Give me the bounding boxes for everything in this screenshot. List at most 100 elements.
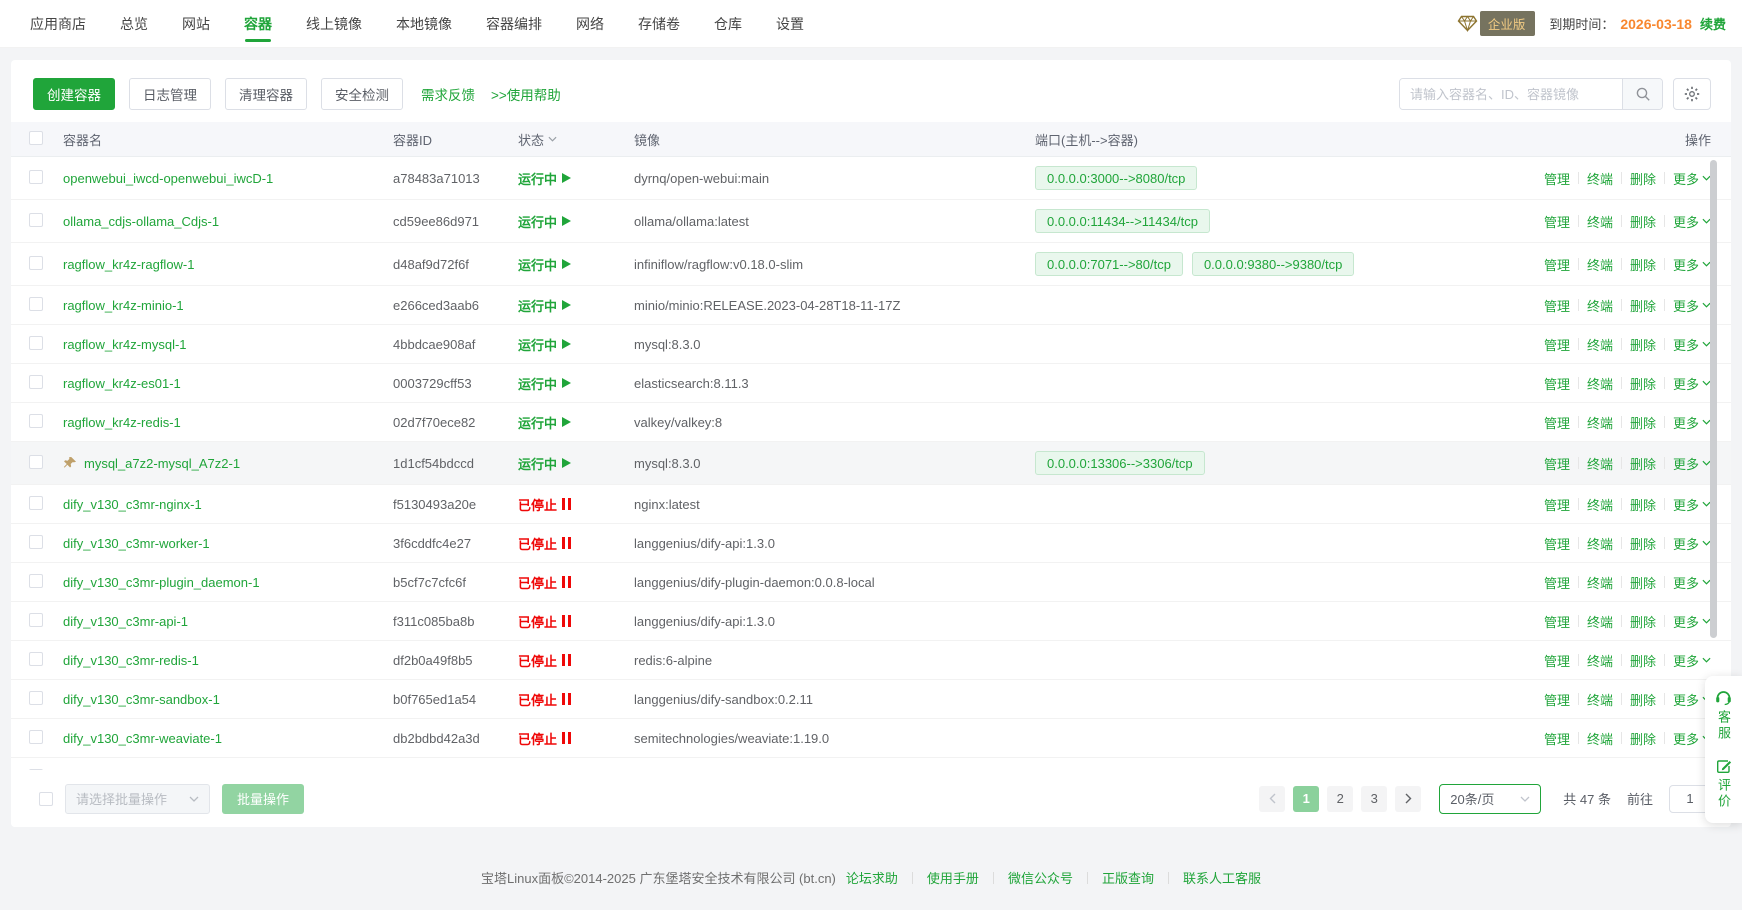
nav-item-线上镜像[interactable]: 线上镜像 <box>304 0 364 47</box>
delete-link[interactable]: 删除 <box>1630 413 1656 432</box>
container-name-link[interactable]: openwebui_iwcd-openwebui_iwcD-1 <box>63 171 273 186</box>
delete-link[interactable]: 删除 <box>1630 374 1656 393</box>
more-link[interactable]: 更多 <box>1673 534 1711 553</box>
delete-link[interactable]: 删除 <box>1630 690 1656 709</box>
delete-link[interactable]: 删除 <box>1630 534 1656 553</box>
page-number-button[interactable]: 3 <box>1361 786 1387 812</box>
footer-link[interactable]: 联系人工客服 <box>1183 868 1261 887</box>
terminal-link[interactable]: 终端 <box>1587 374 1613 393</box>
row-checkbox[interactable] <box>29 535 43 549</box>
delete-link[interactable]: 删除 <box>1630 573 1656 592</box>
terminal-link[interactable]: 终端 <box>1587 573 1613 592</box>
more-link[interactable]: 更多 <box>1673 612 1711 631</box>
nav-item-仓库[interactable]: 仓库 <box>712 0 744 47</box>
terminal-link[interactable]: 终端 <box>1587 454 1613 473</box>
search-input[interactable] <box>1400 79 1622 109</box>
nav-item-应用商店[interactable]: 应用商店 <box>28 0 88 47</box>
help-link[interactable]: >>使用帮助 <box>491 84 561 104</box>
delete-link[interactable]: 删除 <box>1630 729 1656 748</box>
more-link[interactable]: 更多 <box>1673 454 1711 473</box>
clean-container-button[interactable]: 清理容器 <box>225 78 307 110</box>
container-name-link[interactable]: ragflow_kr4z-mysql-1 <box>63 337 187 352</box>
terminal-link[interactable]: 终端 <box>1587 413 1613 432</box>
page-number-button[interactable]: 1 <box>1293 786 1319 812</box>
manage-link[interactable]: 管理 <box>1544 296 1570 315</box>
feedback-link[interactable]: 需求反馈 <box>421 84 475 104</box>
security-check-button[interactable]: 安全检测 <box>321 78 403 110</box>
terminal-link[interactable]: 终端 <box>1587 335 1613 354</box>
container-name-link[interactable]: dify_v130_c3mr-sandbox-1 <box>63 692 220 707</box>
manage-link[interactable]: 管理 <box>1544 495 1570 514</box>
more-link[interactable]: 更多 <box>1673 573 1711 592</box>
nav-item-存储卷[interactable]: 存储卷 <box>636 0 682 47</box>
container-name-link[interactable]: dify_v130_c3mr-plugin_daemon-1 <box>63 575 260 590</box>
renew-link[interactable]: 续费 <box>1700 14 1726 33</box>
terminal-link[interactable]: 终端 <box>1587 612 1613 631</box>
container-name-link[interactable]: ragflow_kr4z-redis-1 <box>63 415 181 430</box>
nav-item-网站[interactable]: 网站 <box>180 0 212 47</box>
nav-item-本地镜像[interactable]: 本地镜像 <box>394 0 454 47</box>
terminal-link[interactable]: 终端 <box>1587 495 1613 514</box>
nav-item-总览[interactable]: 总览 <box>118 0 150 47</box>
row-checkbox[interactable] <box>29 613 43 627</box>
more-link[interactable]: 更多 <box>1673 169 1711 188</box>
nav-item-设置[interactable]: 设置 <box>774 0 806 47</box>
terminal-link[interactable]: 终端 <box>1587 169 1613 188</box>
terminal-link[interactable]: 终端 <box>1587 651 1613 670</box>
container-name-link[interactable]: dify_v130_c3mr-worker-1 <box>63 536 210 551</box>
terminal-link[interactable]: 终端 <box>1587 534 1613 553</box>
container-name-link[interactable]: ragflow_kr4z-minio-1 <box>63 298 184 313</box>
more-link[interactable]: 更多 <box>1673 495 1711 514</box>
row-checkbox[interactable] <box>29 170 43 184</box>
more-link[interactable]: 更多 <box>1673 335 1711 354</box>
settings-button[interactable] <box>1673 78 1711 110</box>
delete-link[interactable]: 删除 <box>1630 169 1656 188</box>
manage-link[interactable]: 管理 <box>1544 374 1570 393</box>
delete-link[interactable]: 删除 <box>1630 296 1656 315</box>
row-checkbox[interactable] <box>29 336 43 350</box>
delete-link[interactable]: 删除 <box>1630 335 1656 354</box>
select-all-checkbox[interactable] <box>29 131 43 145</box>
row-checkbox[interactable] <box>29 375 43 389</box>
manage-link[interactable]: 管理 <box>1544 454 1570 473</box>
customer-service-button[interactable]: 客服 <box>1714 689 1733 742</box>
bottom-select-all-checkbox[interactable] <box>39 792 53 806</box>
next-page-button[interactable] <box>1395 786 1421 812</box>
manage-link[interactable]: 管理 <box>1544 612 1570 631</box>
batch-operation-select[interactable]: 请选择批量操作 <box>65 784 210 814</box>
manage-link[interactable]: 管理 <box>1544 690 1570 709</box>
delete-link[interactable]: 删除 <box>1630 255 1656 274</box>
terminal-link[interactable]: 终端 <box>1587 212 1613 231</box>
row-checkbox[interactable] <box>29 213 43 227</box>
more-link[interactable]: 更多 <box>1673 651 1711 670</box>
row-checkbox[interactable] <box>29 691 43 705</box>
batch-operation-button[interactable]: 批量操作 <box>222 784 304 814</box>
create-container-button[interactable]: 创建容器 <box>33 78 115 110</box>
manage-link[interactable]: 管理 <box>1544 413 1570 432</box>
page-size-select[interactable]: 20条/页 <box>1439 784 1541 814</box>
nav-item-网络[interactable]: 网络 <box>574 0 606 47</box>
page-number-button[interactable]: 2 <box>1327 786 1353 812</box>
nav-item-容器[interactable]: 容器 <box>242 0 274 47</box>
manage-link[interactable]: 管理 <box>1544 255 1570 274</box>
container-name-link[interactable]: ragflow_kr4z-ragflow-1 <box>63 257 195 272</box>
container-name-link[interactable]: mysql_a7z2-mysql_A7z2-1 <box>84 456 240 471</box>
container-name-link[interactable]: dify_v130_c3mr-redis-1 <box>63 653 199 668</box>
container-name-link[interactable]: ollama_cdjs-ollama_Cdjs-1 <box>63 214 219 229</box>
row-checkbox[interactable] <box>29 414 43 428</box>
log-manage-button[interactable]: 日志管理 <box>129 78 211 110</box>
delete-link[interactable]: 删除 <box>1630 212 1656 231</box>
row-checkbox[interactable] <box>29 496 43 510</box>
container-name-link[interactable]: dify_v130_c3mr-api-1 <box>63 614 188 629</box>
terminal-link[interactable]: 终端 <box>1587 296 1613 315</box>
terminal-link[interactable]: 终端 <box>1587 255 1613 274</box>
nav-item-容器编排[interactable]: 容器编排 <box>484 0 544 47</box>
container-name-link[interactable]: dify_v130_c3mr-nginx-1 <box>63 497 202 512</box>
delete-link[interactable]: 删除 <box>1630 454 1656 473</box>
delete-link[interactable]: 删除 <box>1630 612 1656 631</box>
row-checkbox[interactable] <box>29 730 43 744</box>
more-link[interactable]: 更多 <box>1673 413 1711 432</box>
search-button[interactable] <box>1622 79 1662 109</box>
row-checkbox[interactable] <box>29 652 43 666</box>
more-link[interactable]: 更多 <box>1673 255 1711 274</box>
